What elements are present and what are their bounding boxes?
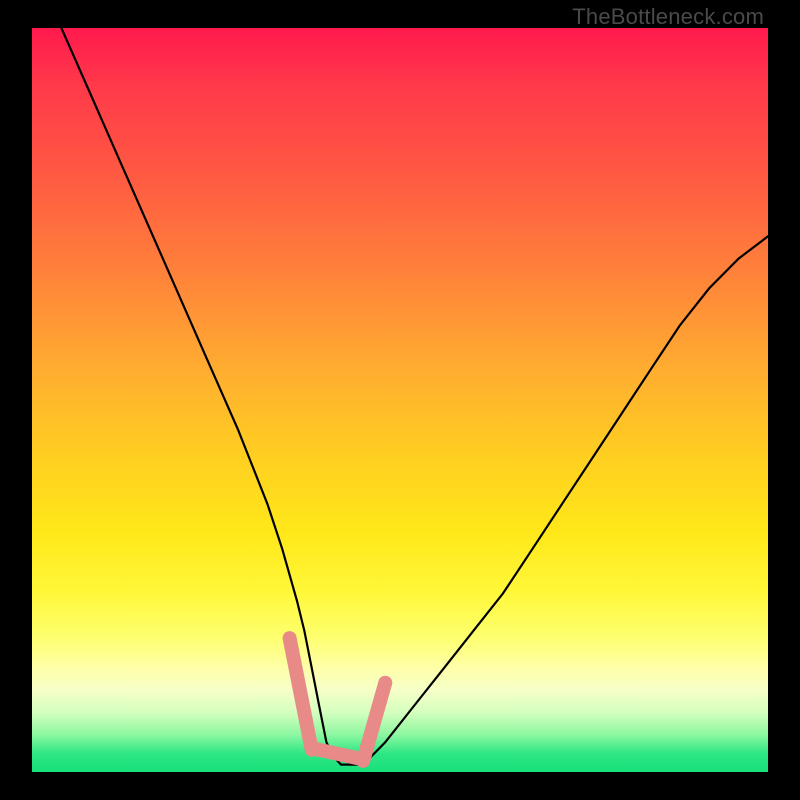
mask-flat [312,748,364,759]
bottleneck-curve [61,28,768,765]
chart-frame: TheBottleneck.com [0,0,800,800]
curve-svg [32,28,768,772]
watermark-text: TheBottleneck.com [572,4,764,30]
mask-right [363,683,385,761]
plot-area [32,28,768,772]
